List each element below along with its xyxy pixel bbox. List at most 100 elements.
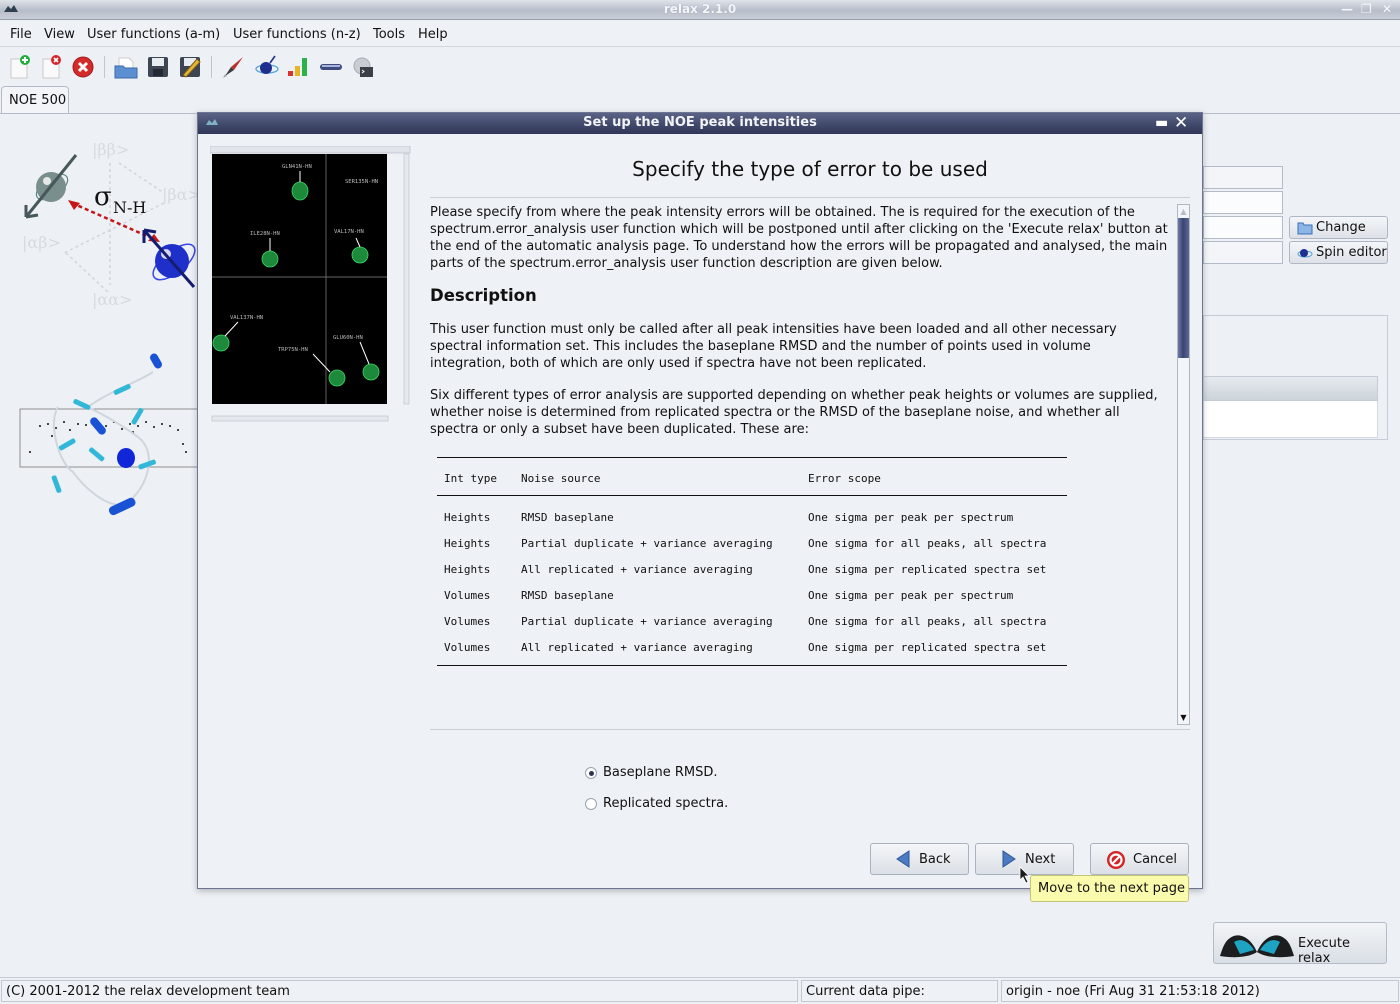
svg-text:|βα>: |βα> [162,185,201,204]
floppy-pencil-icon [177,54,203,80]
minimize-icon[interactable]: — [1341,2,1353,16]
table-cell: Partial duplicate + variance averaging [521,613,773,630]
table-cell: One sigma per replicated spectra set [808,561,1046,578]
table-cell: Volumes [444,587,490,604]
next-label: Next [1025,852,1055,867]
spectra-grid-body [1203,401,1378,438]
spin-atom-icon [254,54,280,80]
cancel-label: Cancel [1133,852,1177,867]
menu-tools[interactable]: Tools [373,27,405,42]
folder-icon [1297,221,1313,235]
noe-sigma-label: σ [94,182,112,212]
table-cell: Volumes [444,613,490,630]
svg-text:N-H: N-H [113,198,146,217]
close-all-analyses-button[interactable] [70,54,96,80]
tab-noe-500[interactable]: NOE 500 [1,86,69,114]
table-cell: One sigma per peak per spectrum [808,587,1013,604]
open-folder-icon [113,54,139,80]
noe-spin-diagram: |ββ> |βα> |αβ> |αα> σ N-H [14,135,204,315]
menu-view[interactable]: View [44,27,75,42]
description-scrollbar[interactable]: ▲ ▼ [1177,204,1190,725]
baseplane-rmsd-radio[interactable]: Baseplane RMSD. [585,765,785,783]
menu-file[interactable]: File [10,27,32,42]
table-cell: One sigma per replicated spectra set [808,639,1046,656]
table-cell: All replicated + variance averaging [521,639,753,656]
close-icon[interactable]: ✕ [1382,2,1392,16]
table-cell: One sigma for all peaks, all spectra [808,535,1046,552]
menubar: File View User functions (a-m) User func… [0,21,1400,47]
options-divider [430,729,1190,730]
svg-text:|αβ>: |αβ> [22,233,61,252]
pipe-editor-button[interactable] [318,54,344,80]
svg-text:|ββ>: |ββ> [92,140,129,159]
peak-label: VAL137N-HN [230,315,263,321]
relax-prompt-button[interactable] [221,54,247,80]
dialog-titlebar[interactable]: Set up the NOE peak intensities ▬ ✕ [198,113,1202,134]
new-document-plus-icon [7,54,33,80]
description-heading: Description [430,287,537,304]
rocket-icon [221,54,247,80]
next-arrow-icon [1001,850,1017,868]
results-viewer-button[interactable] [286,54,312,80]
dialog-minimize-icon[interactable]: ▬ [1155,115,1168,131]
save-button[interactable] [145,54,171,80]
spin-viewer-button[interactable] [254,54,280,80]
dialog-close-icon[interactable]: ✕ [1174,113,1188,133]
radio-unselected-icon [585,798,597,810]
table-cell: RMSD baseplane [521,509,614,526]
peak-label: GLU60N-HN [333,335,363,341]
toolbar [0,48,1400,84]
change-directory-button[interactable]: Change [1289,216,1388,239]
menu-help[interactable]: Help [418,27,448,42]
table-cell: Heights [444,561,490,578]
peak-label: SER135N-HN [345,179,378,185]
replicated-spectra-label: Replicated spectra. [603,796,728,811]
mouse-cursor-icon [1019,866,1031,884]
window-titlebar: relax 2.1.0 — ❐ ✕ [0,0,1400,20]
status-pipe-label: Current data pipe: [801,980,998,1002]
error-types-table: Int type Noise source Error scope Height… [437,457,1067,667]
protein-structure-image [18,352,198,522]
status-copyright: (C) 2001-2012 the relax development team [1,980,798,1002]
pipe-bundle-field[interactable] [1203,191,1283,214]
results-directory-field[interactable] [1203,216,1283,239]
save-as-button[interactable] [177,54,203,80]
spectrum-image: GLN41N-HN SER135N-HN ILE28N-HN VAL17N-HN… [210,146,411,424]
replicated-spectra-radio[interactable]: Replicated spectra. [585,796,785,814]
status-pipe-value: origin - noe (Fri Aug 31 21:53:18 2012) [1001,980,1399,1002]
execute-relax-button[interactable]: Execute relax [1213,922,1387,964]
table-cell: All replicated + variance averaging [521,561,753,578]
back-arrow-icon [895,850,911,868]
cancel-button[interactable]: Cancel [1090,843,1189,875]
spectra-grid-header [1203,376,1378,401]
floppy-disk-icon [145,54,171,80]
table-cell: Partial duplicate + variance averaging [521,535,773,552]
description-scroll-area[interactable]: Please specify from where the peak inten… [430,204,1190,725]
spin-systems-field [1203,241,1283,264]
radio-selected-icon [585,767,597,779]
menu-user-functions-a-m[interactable]: User functions (a-m) [87,27,220,42]
maximize-icon[interactable]: ❐ [1361,2,1372,16]
scroll-up-arrow-icon[interactable]: ▲ [1178,205,1189,218]
pipe-name-field[interactable] [1203,166,1283,189]
menu-user-functions-n-z[interactable]: User functions (n-z) [233,27,361,42]
terminal-gear-icon [350,54,376,80]
noe-peak-intensities-dialog: Set up the NOE peak intensities ▬ ✕ GLN4… [197,112,1203,889]
description-paragraph: Six different types of error analysis ar… [430,387,1170,438]
red-x-circle-icon [70,54,96,80]
page-title: Specify the type of error to be used [430,157,1190,181]
open-button[interactable] [113,54,139,80]
table-cell: Heights [444,509,490,526]
next-button-tooltip: Move to the next page [1030,875,1189,902]
back-button[interactable]: Back [870,843,969,875]
scrollbar-thumb[interactable] [1178,218,1189,358]
close-analysis-button[interactable] [39,54,65,80]
table-cell: One sigma for all peaks, all spectra [808,613,1046,630]
script-button[interactable] [350,54,376,80]
scroll-down-arrow-icon[interactable]: ▼ [1178,711,1189,724]
spin-editor-button[interactable]: Spin editor [1289,241,1388,264]
butterfly-icon [1220,928,1294,960]
spin-editor-label: Spin editor [1316,245,1387,260]
new-analysis-button[interactable] [7,54,33,80]
description-paragraph: This user function must only be called a… [430,321,1170,372]
